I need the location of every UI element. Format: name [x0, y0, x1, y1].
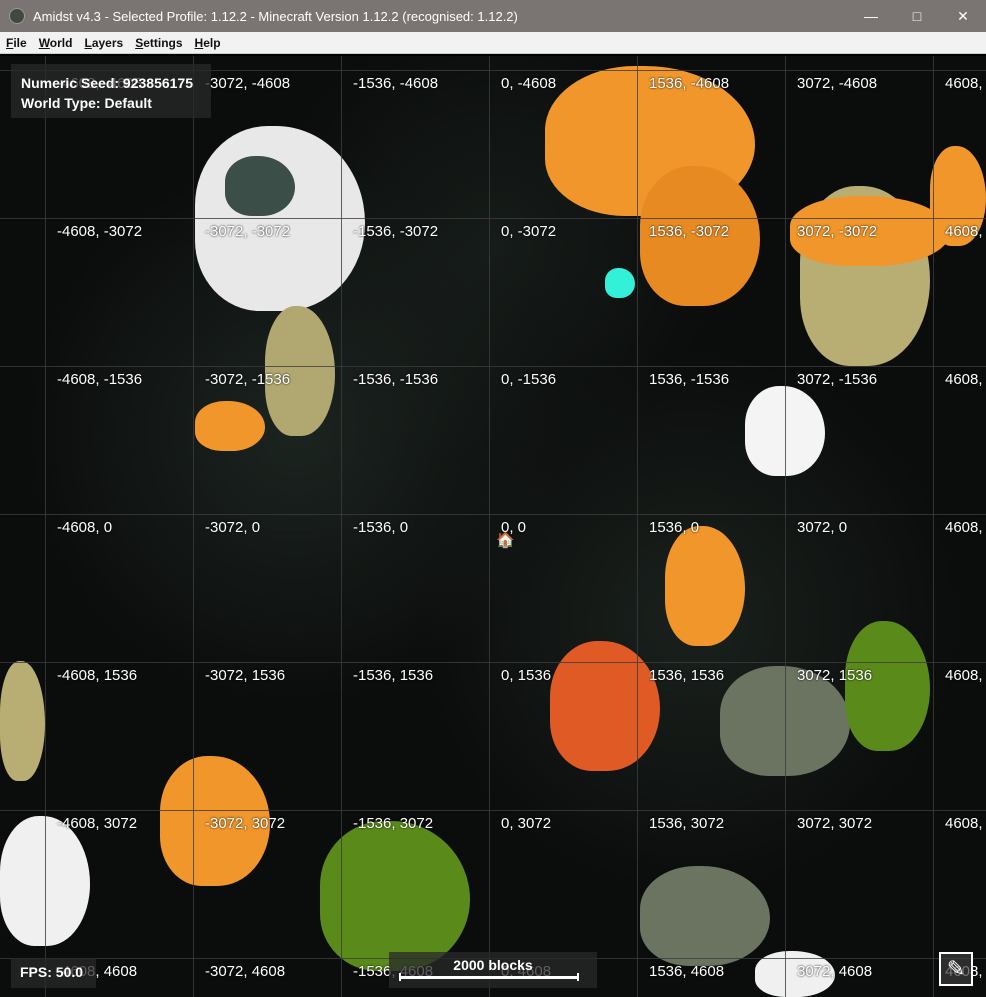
- grid-coordinate-label: -3072, 0: [205, 519, 261, 536]
- scale-label: 2000 blocks: [453, 957, 533, 973]
- title-bar: Amidst v4.3 - Selected Profile: 1.12.2 -…: [0, 0, 986, 32]
- grid-line-horizontal: [0, 514, 986, 515]
- grid-coordinate-label: 0, -3072: [501, 223, 557, 240]
- grid-coordinate-label: 1536, 4608: [649, 963, 725, 980]
- scale-bar: 2000 blocks: [389, 952, 597, 988]
- grid-coordinate-label: -4608, -1536: [57, 371, 143, 388]
- window-title: Amidst v4.3 - Selected Profile: 1.12.2 -…: [33, 8, 518, 24]
- grid-coordinate-label: 3072, 1536: [797, 667, 873, 684]
- grid-line-horizontal: [0, 810, 986, 811]
- grid-coordinate-label: 0, -4608: [501, 75, 557, 92]
- grid-coordinate-label: 3072, 0: [797, 519, 848, 536]
- grid-coordinate-label: 1536, -4608: [649, 75, 730, 92]
- grid-line-vertical: [489, 56, 490, 997]
- grid-coordinate-label: 0, 1536: [501, 667, 552, 684]
- grid-coordinate-label: -4608, 0: [57, 519, 113, 536]
- close-icon[interactable]: ✕: [940, 0, 986, 32]
- biome-patch: [550, 641, 660, 771]
- grid-coordinate-label: 4608, 1536: [945, 667, 986, 684]
- app-icon: [9, 8, 25, 24]
- numeric-seed: Numeric Seed: 923856175: [21, 75, 193, 91]
- biome-patch: [665, 526, 745, 646]
- menu-file[interactable]: File: [6, 36, 27, 50]
- grid-coordinate-label: -3072, -4608: [205, 75, 291, 92]
- grid-coordinate-label: -3072, 3072: [205, 815, 286, 832]
- grid-line-vertical: [785, 56, 786, 997]
- pencil-icon[interactable]: ✎: [939, 952, 973, 986]
- grid-coordinate-label: 4608, -3072: [945, 223, 986, 240]
- grid-coordinate-label: -4608, 3072: [57, 815, 138, 832]
- grid-line-vertical: [933, 56, 934, 997]
- biome-patch: [0, 661, 45, 781]
- menu-world[interactable]: World: [39, 36, 73, 50]
- seed-info-panel: Numeric Seed: 923856175 World Type: Defa…: [11, 64, 211, 118]
- grid-coordinate-label: 1536, -1536: [649, 371, 730, 388]
- biome-patch: [640, 866, 770, 966]
- grid-line-horizontal: [0, 218, 986, 219]
- grid-coordinate-label: 0, -1536: [501, 371, 557, 388]
- grid-coordinate-label: 3072, -3072: [797, 223, 878, 240]
- grid-coordinate-label: -1536, 0: [353, 519, 409, 536]
- grid-coordinate-label: -1536, -3072: [353, 223, 439, 240]
- grid-coordinate-label: -4608, -3072: [57, 223, 143, 240]
- fps-counter: FPS: 50.0: [11, 958, 96, 988]
- world-type: World Type: Default: [21, 95, 152, 111]
- house-icon[interactable]: 🏠: [496, 531, 515, 549]
- grid-coordinate-label: 1536, 3072: [649, 815, 725, 832]
- grid-coordinate-label: 1536, -3072: [649, 223, 730, 240]
- grid-coordinate-label: 1536, 0: [649, 519, 700, 536]
- grid-coordinate-label: -3072, 4608: [205, 963, 286, 980]
- grid-coordinate-label: -1536, -1536: [353, 371, 439, 388]
- grid-coordinate-label: -4608, 1536: [57, 667, 138, 684]
- biome-patch: [225, 156, 295, 216]
- grid-coordinate-label: 3072, -1536: [797, 371, 878, 388]
- grid-coordinate-label: 1536, 1536: [649, 667, 725, 684]
- grid-line-horizontal: [0, 366, 986, 367]
- grid-line-horizontal: [0, 662, 986, 663]
- grid-coordinate-label: 4608, -4608: [945, 75, 986, 92]
- menu-settings[interactable]: Settings: [135, 36, 182, 50]
- biome-map[interactable]: -4608, -4608-3072, -4608-1536, -46080, -…: [0, 56, 986, 997]
- grid-line-vertical: [193, 56, 194, 997]
- grid-coordinate-label: -1536, 1536: [353, 667, 434, 684]
- grid-coordinate-label: 3072, -4608: [797, 75, 878, 92]
- biome-patch: [195, 401, 265, 451]
- maximize-icon[interactable]: □: [894, 0, 940, 32]
- grid-coordinate-label: -1536, -4608: [353, 75, 439, 92]
- grid-coordinate-label: -3072, -1536: [205, 371, 291, 388]
- menu-bar: File World Layers Settings Help: [0, 32, 986, 54]
- grid-coordinate-label: 4608, 3072: [945, 815, 986, 832]
- grid-line-vertical: [341, 56, 342, 997]
- grid-coordinate-label: -3072, -3072: [205, 223, 291, 240]
- grid-coordinate-label: 3072, 3072: [797, 815, 873, 832]
- grid-coordinate-label: -1536, 3072: [353, 815, 434, 832]
- biome-patch: [605, 268, 635, 298]
- grid-coordinate-label: -3072, 1536: [205, 667, 286, 684]
- grid-coordinate-label: 0, 3072: [501, 815, 552, 832]
- biome-patch: [845, 621, 930, 751]
- grid-coordinate-label: 4608, 0: [945, 519, 986, 536]
- grid-coordinate-label: 4608, -1536: [945, 371, 986, 388]
- menu-layers[interactable]: Layers: [84, 36, 123, 50]
- grid-line-vertical: [45, 56, 46, 997]
- menu-help[interactable]: Help: [195, 36, 221, 50]
- grid-line-vertical: [637, 56, 638, 997]
- minimize-icon[interactable]: —: [848, 0, 894, 32]
- grid-coordinate-label: 3072, 4608: [797, 963, 873, 980]
- scale-line: [399, 973, 579, 981]
